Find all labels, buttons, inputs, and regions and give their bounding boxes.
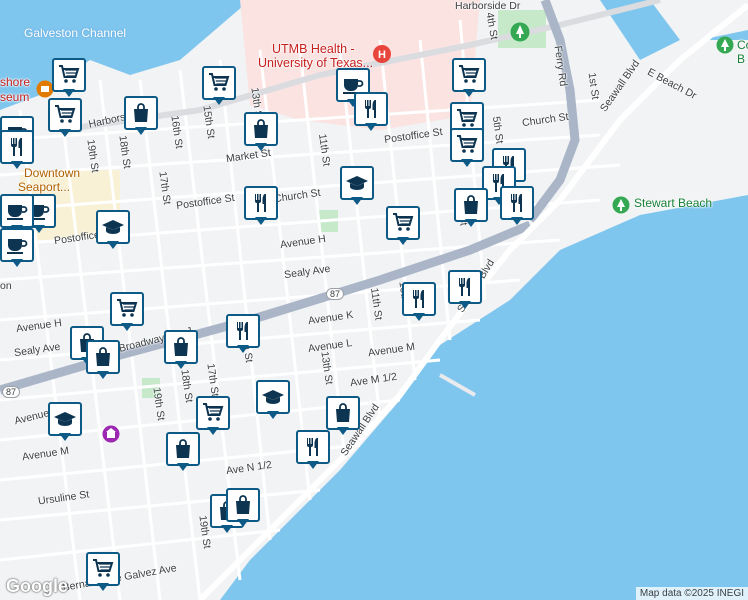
restaurant-pin[interactable]: [354, 92, 388, 134]
park-icon[interactable]: [510, 22, 530, 47]
shopping-cart-icon: [209, 73, 230, 91]
shopping-bag-icon: [174, 337, 188, 356]
restaurant-pin[interactable]: [296, 430, 330, 472]
shopping-cart-pin[interactable]: [48, 98, 82, 140]
shopping-cart-icon: [203, 403, 224, 421]
shopping-cart-pin[interactable]: [386, 206, 420, 248]
restaurant-icon: [365, 100, 376, 118]
shopping-cart-icon: [55, 105, 76, 123]
shopping-bag-pin[interactable]: [164, 330, 198, 372]
restaurant-icon: [255, 194, 266, 212]
school-pin[interactable]: [256, 380, 290, 422]
coffee-icon: [7, 239, 28, 254]
shopping-cart-pin[interactable]: [450, 128, 484, 170]
map-attribution: Map data ©2025 INEGI: [635, 587, 748, 600]
shopping-cart-icon: [457, 135, 478, 153]
shopping-cart-pin[interactable]: [52, 58, 86, 100]
school-pin[interactable]: [96, 210, 130, 252]
shopping-bag-pin[interactable]: [326, 396, 360, 438]
shopping-cart-icon: [117, 299, 138, 317]
restaurant-pin[interactable]: [500, 186, 534, 228]
school-icon: [262, 390, 284, 404]
shopping-cart-icon: [459, 65, 480, 83]
restaurant-icon: [307, 438, 318, 456]
coffee-icon: [7, 205, 28, 220]
shopping-cart-pin[interactable]: [196, 396, 230, 438]
park-icon-2[interactable]: [716, 36, 734, 59]
school-icon: [54, 412, 76, 426]
shopping-cart-pin[interactable]: [110, 292, 144, 334]
shopping-bag-icon: [236, 495, 250, 514]
museum-icon-2[interactable]: [102, 425, 120, 448]
school-icon: [102, 220, 124, 234]
shopping-bag-pin[interactable]: [86, 340, 120, 382]
svg-text:H: H: [378, 49, 386, 61]
shopping-bag-pin[interactable]: [124, 96, 158, 138]
shopping-bag-icon: [134, 103, 148, 122]
school-pin[interactable]: [48, 402, 82, 444]
shopping-bag-pin[interactable]: [166, 432, 200, 474]
shopping-bag-icon: [336, 403, 350, 422]
restaurant-icon: [511, 194, 522, 212]
hospital-icon[interactable]: H: [372, 44, 392, 69]
shopping-cart-icon: [59, 65, 80, 83]
restaurant-pin[interactable]: [0, 130, 34, 172]
shopping-bag-icon: [254, 119, 268, 138]
restaurant-pin[interactable]: [226, 314, 260, 356]
coffee-pin[interactable]: [0, 228, 34, 270]
school-icon: [346, 176, 368, 190]
shopping-cart-icon: [93, 559, 114, 577]
shopping-cart-icon: [393, 213, 414, 231]
map-canvas[interactable]: Galveston Channel UTMB Health - Universi…: [0, 0, 748, 600]
shopping-bag-icon: [96, 347, 110, 366]
google-logo: Google: [6, 576, 68, 596]
restaurant-icon: [413, 290, 424, 308]
shopping-bag-pin[interactable]: [226, 488, 260, 530]
beach-park-icon[interactable]: [612, 196, 630, 219]
shopping-cart-pin[interactable]: [86, 552, 120, 594]
shopping-bag-pin[interactable]: [244, 112, 278, 154]
restaurant-pin[interactable]: [402, 282, 436, 324]
shopping-cart-pin[interactable]: [202, 66, 236, 108]
shopping-cart-pin[interactable]: [452, 58, 486, 100]
restaurant-pin[interactable]: [448, 270, 482, 312]
school-pin[interactable]: [340, 166, 374, 208]
shopping-bag-pin[interactable]: [454, 188, 488, 230]
restaurant-icon: [237, 322, 248, 340]
restaurant-icon: [459, 278, 470, 296]
restaurant-icon: [11, 138, 22, 156]
shopping-bag-icon: [176, 439, 190, 458]
shopping-bag-icon: [464, 195, 478, 214]
restaurant-pin[interactable]: [244, 186, 278, 228]
